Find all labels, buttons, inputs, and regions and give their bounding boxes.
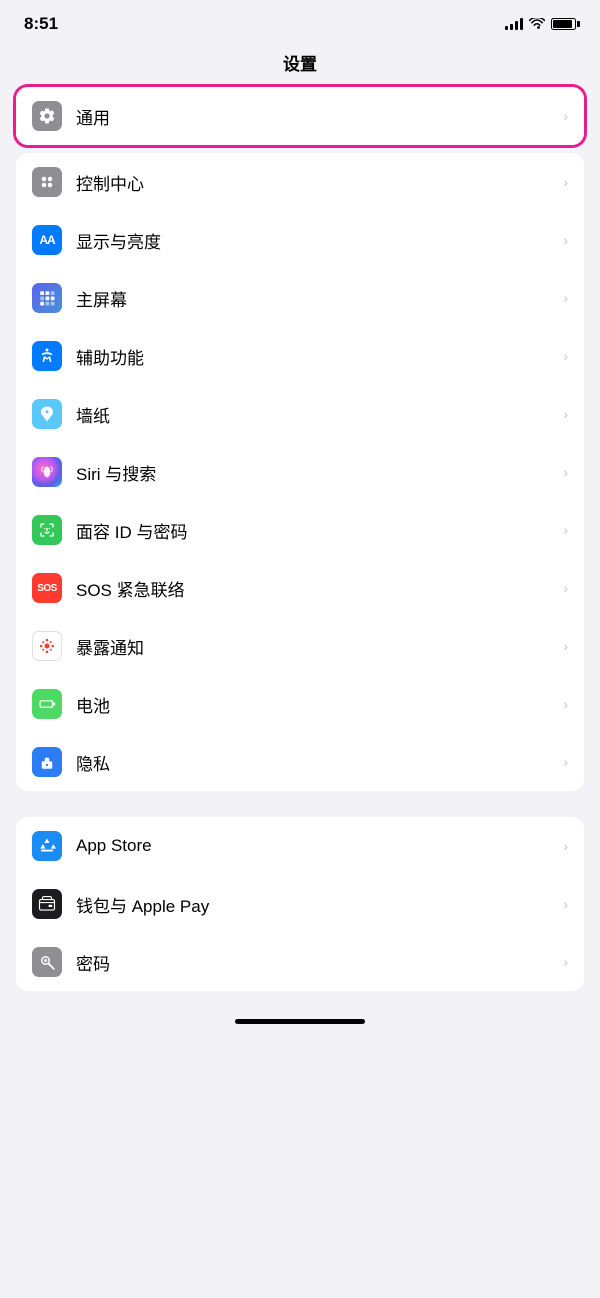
exposure-icon: [32, 631, 62, 661]
home-bar: [235, 1019, 365, 1024]
section-gap: [0, 799, 600, 817]
accessibility-icon: [32, 341, 62, 371]
home-indicator: [0, 999, 600, 1034]
passwords-label: 密码: [76, 950, 555, 975]
app-store-icon: [32, 831, 62, 861]
privacy-icon: [32, 747, 62, 777]
face-id-label: 面容 ID 与密码: [76, 518, 555, 543]
home-screen-label: 主屏幕: [76, 286, 555, 311]
home-screen-chevron: ›: [563, 290, 568, 306]
accessibility-chevron: ›: [563, 348, 568, 364]
battery-settings-icon: [32, 689, 62, 719]
wallet-label: 钱包与 Apple Pay: [76, 892, 555, 917]
control-center-label: 控制中心: [76, 170, 555, 195]
sos-icon: SOS: [32, 573, 62, 603]
sidebar-item-wallpaper[interactable]: 墙纸 ›: [16, 385, 584, 443]
wallet-chevron: ›: [563, 896, 568, 912]
control-center-icon: [32, 167, 62, 197]
sidebar-item-face-id[interactable]: 面容 ID 与密码 ›: [16, 501, 584, 559]
wallpaper-chevron: ›: [563, 406, 568, 422]
sidebar-item-display[interactable]: AA 显示与亮度 ›: [16, 211, 584, 269]
sidebar-item-privacy[interactable]: 隐私 ›: [16, 733, 584, 791]
sidebar-item-general[interactable]: 通用 ›: [16, 87, 584, 145]
sidebar-item-battery[interactable]: 电池 ›: [16, 675, 584, 733]
exposure-chevron: ›: [563, 638, 568, 654]
passwords-icon: [32, 947, 62, 977]
general-chevron: ›: [563, 108, 568, 124]
gear-icon: [32, 101, 62, 131]
privacy-label: 隐私: [76, 750, 555, 775]
wifi-icon: [529, 18, 545, 30]
display-label: 显示与亮度: [76, 228, 555, 253]
siri-label: Siri 与搜索: [76, 460, 555, 485]
apps-section: App Store › 钱包与 Apple Pay › 密码 ›: [16, 817, 584, 991]
face-id-chevron: ›: [563, 522, 568, 538]
app-store-label: App Store: [76, 836, 555, 856]
exposure-label: 暴露通知: [76, 634, 555, 659]
general-label: 通用: [76, 104, 555, 129]
home-screen-icon: [32, 283, 62, 313]
sidebar-item-siri[interactable]: Siri 与搜索 ›: [16, 443, 584, 501]
battery-label: 电池: [76, 692, 555, 717]
passwords-chevron: ›: [563, 954, 568, 970]
sidebar-item-passwords[interactable]: 密码 ›: [16, 933, 584, 991]
wallet-icon: [32, 889, 62, 919]
status-icons: [505, 18, 576, 30]
control-center-chevron: ›: [563, 174, 568, 190]
siri-icon: [32, 457, 62, 487]
display-chevron: ›: [563, 232, 568, 248]
display-icon: AA: [32, 225, 62, 255]
status-bar: 8:51: [0, 0, 600, 42]
display-section: 控制中心 › AA 显示与亮度 › 主屏幕 ›: [16, 153, 584, 791]
sidebar-item-sos[interactable]: SOS SOS 紧急联络 ›: [16, 559, 584, 617]
wallpaper-icon: [32, 399, 62, 429]
status-time: 8:51: [24, 14, 58, 34]
sidebar-item-app-store[interactable]: App Store ›: [16, 817, 584, 875]
privacy-chevron: ›: [563, 754, 568, 770]
battery-icon: [551, 18, 576, 30]
sos-chevron: ›: [563, 580, 568, 596]
signal-icon: [505, 18, 523, 30]
page-title: 设置: [0, 42, 600, 87]
sidebar-item-control-center[interactable]: 控制中心 ›: [16, 153, 584, 211]
face-id-icon: [32, 515, 62, 545]
siri-chevron: ›: [563, 464, 568, 480]
app-store-chevron: ›: [563, 838, 568, 854]
battery-chevron: ›: [563, 696, 568, 712]
sos-label: SOS 紧急联络: [76, 576, 555, 601]
sidebar-item-exposure[interactable]: 暴露通知 ›: [16, 617, 584, 675]
general-section: 通用 ›: [16, 87, 584, 145]
wallpaper-label: 墙纸: [76, 402, 555, 427]
accessibility-label: 辅助功能: [76, 344, 555, 369]
sidebar-item-home-screen[interactable]: 主屏幕 ›: [16, 269, 584, 327]
sidebar-item-accessibility[interactable]: 辅助功能 ›: [16, 327, 584, 385]
sidebar-item-wallet[interactable]: 钱包与 Apple Pay ›: [16, 875, 584, 933]
